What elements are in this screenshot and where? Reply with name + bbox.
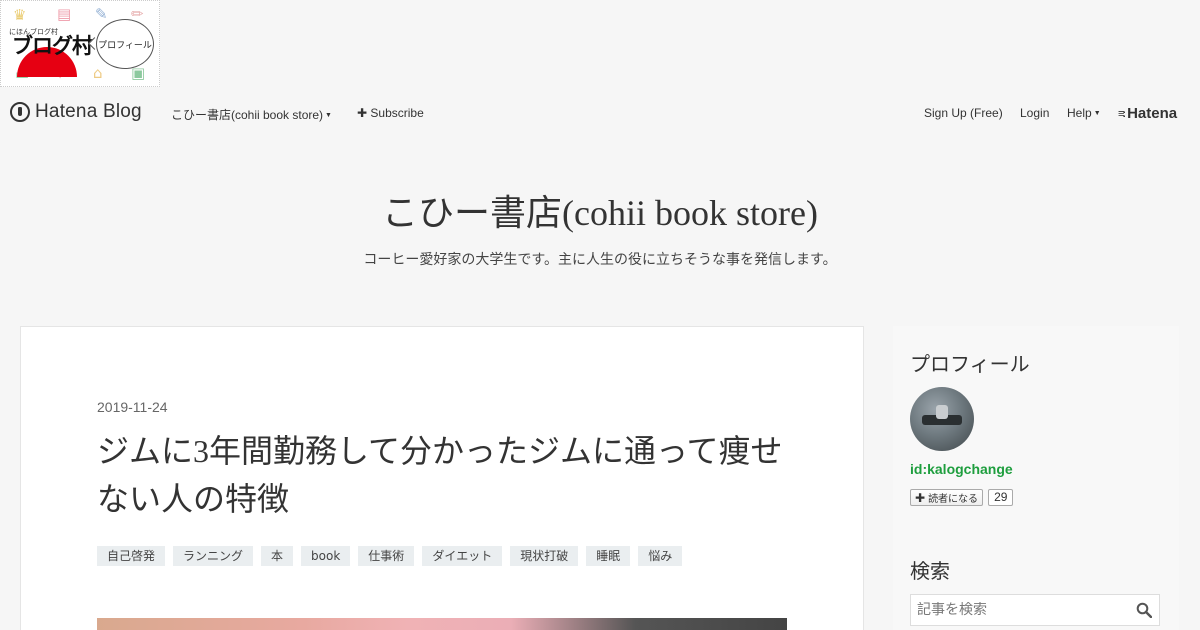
tag-link[interactable]: 睡眠 bbox=[586, 546, 631, 566]
hatena-mark-icon: ≡: bbox=[1118, 107, 1126, 120]
hatena-blog-icon bbox=[10, 102, 30, 122]
eyecatch-image bbox=[97, 618, 787, 630]
blog-description: コーヒー愛好家の大学生です。主に人生の役に立ちそうな事を発信します。 bbox=[363, 252, 837, 268]
tag-link[interactable]: ランニング bbox=[173, 546, 254, 566]
blogmura-logo: ブログ村 bbox=[12, 34, 93, 58]
tag-link[interactable]: 本 bbox=[261, 546, 294, 566]
subscribe-button[interactable]: ✚ Subscribe bbox=[357, 106, 424, 120]
entry-title[interactable]: ジムに3年間勤務して分かったジムに通って痩せない人の特徴 bbox=[97, 427, 797, 523]
blog-menu-dropdown[interactable]: こひー書店(cohii book store) ▼ bbox=[171, 106, 332, 123]
blog-menu-label: こひー書店(cohii book store) bbox=[171, 108, 324, 122]
tag-link[interactable]: 仕事術 bbox=[358, 546, 415, 566]
help-label: Help bbox=[1067, 106, 1092, 120]
plus-icon: ✚ bbox=[357, 106, 368, 120]
hatena-blog-brand[interactable]: Hatena Blog bbox=[10, 101, 142, 123]
document-icon: ▤ bbox=[57, 5, 72, 23]
blog-title[interactable]: こひー書店(cohii book store) bbox=[0, 184, 1200, 236]
tag-link[interactable]: 悩み bbox=[638, 546, 683, 566]
entry-date[interactable]: 2019-11-24 bbox=[97, 399, 168, 415]
help-dropdown[interactable]: Help ▼ bbox=[1067, 106, 1101, 120]
tag-link[interactable]: ダイエット bbox=[422, 546, 503, 566]
reader-widget: ✚ 読者になる 29 bbox=[910, 489, 1014, 506]
hatena-logo[interactable]: ≡: Hatena bbox=[1118, 105, 1177, 122]
plus-icon: ✚ bbox=[915, 490, 926, 505]
tag-link[interactable]: book bbox=[301, 546, 351, 566]
global-header: Hatena Blog こひー書店(cohii book store) ▼ ✚ S… bbox=[0, 90, 1200, 136]
reader-count: 29 bbox=[988, 489, 1014, 506]
tag-link[interactable]: 自己啓発 bbox=[97, 546, 166, 566]
signup-link[interactable]: Sign Up (Free) bbox=[924, 106, 1003, 120]
profile-bubble: プロフィール bbox=[96, 19, 154, 69]
caret-down-icon: ▼ bbox=[1093, 110, 1101, 117]
search-heading: 検索 bbox=[910, 559, 950, 583]
hatena-label: Hatena bbox=[1127, 105, 1178, 122]
search-input[interactable] bbox=[911, 602, 1131, 618]
reader-button-label: 読者になる bbox=[928, 494, 979, 505]
profile-heading: プロフィール bbox=[910, 352, 1030, 376]
user-id-link[interactable]: id:kalogchange bbox=[910, 461, 1013, 477]
subscribe-label: Subscribe bbox=[370, 106, 424, 120]
subscribe-reader-button[interactable]: ✚ 読者になる bbox=[910, 489, 984, 506]
edit-icon: ✎ bbox=[95, 5, 108, 23]
sidebar: プロフィール id:kalogchange ✚ 読者になる 29 検索 bbox=[893, 326, 1179, 630]
avatar[interactable] bbox=[910, 387, 974, 451]
search-box bbox=[910, 594, 1160, 626]
login-link[interactable]: Login bbox=[1020, 106, 1049, 120]
blogmura-banner[interactable]: ♛ ▤ ✎ ✏ ▭ ⌇ ⌂ ▣ にほんブログ村 ブログ村 プロフィール bbox=[0, 0, 160, 87]
entry-tags: 自己啓発 ランニング 本 book 仕事術 ダイエット 現状打破 睡眠 悩み bbox=[97, 546, 683, 566]
crown-icon: ♛ bbox=[13, 6, 27, 24]
entry-card: 2019-11-24 ジムに3年間勤務して分かったジムに通って痩せない人の特徴 … bbox=[20, 326, 864, 630]
search-icon[interactable] bbox=[1136, 602, 1152, 618]
tag-link[interactable]: 現状打破 bbox=[510, 546, 579, 566]
caret-down-icon: ▼ bbox=[325, 112, 332, 119]
brand-label: Hatena Blog bbox=[35, 101, 142, 122]
shopping-icon: ⌂ bbox=[93, 64, 103, 82]
